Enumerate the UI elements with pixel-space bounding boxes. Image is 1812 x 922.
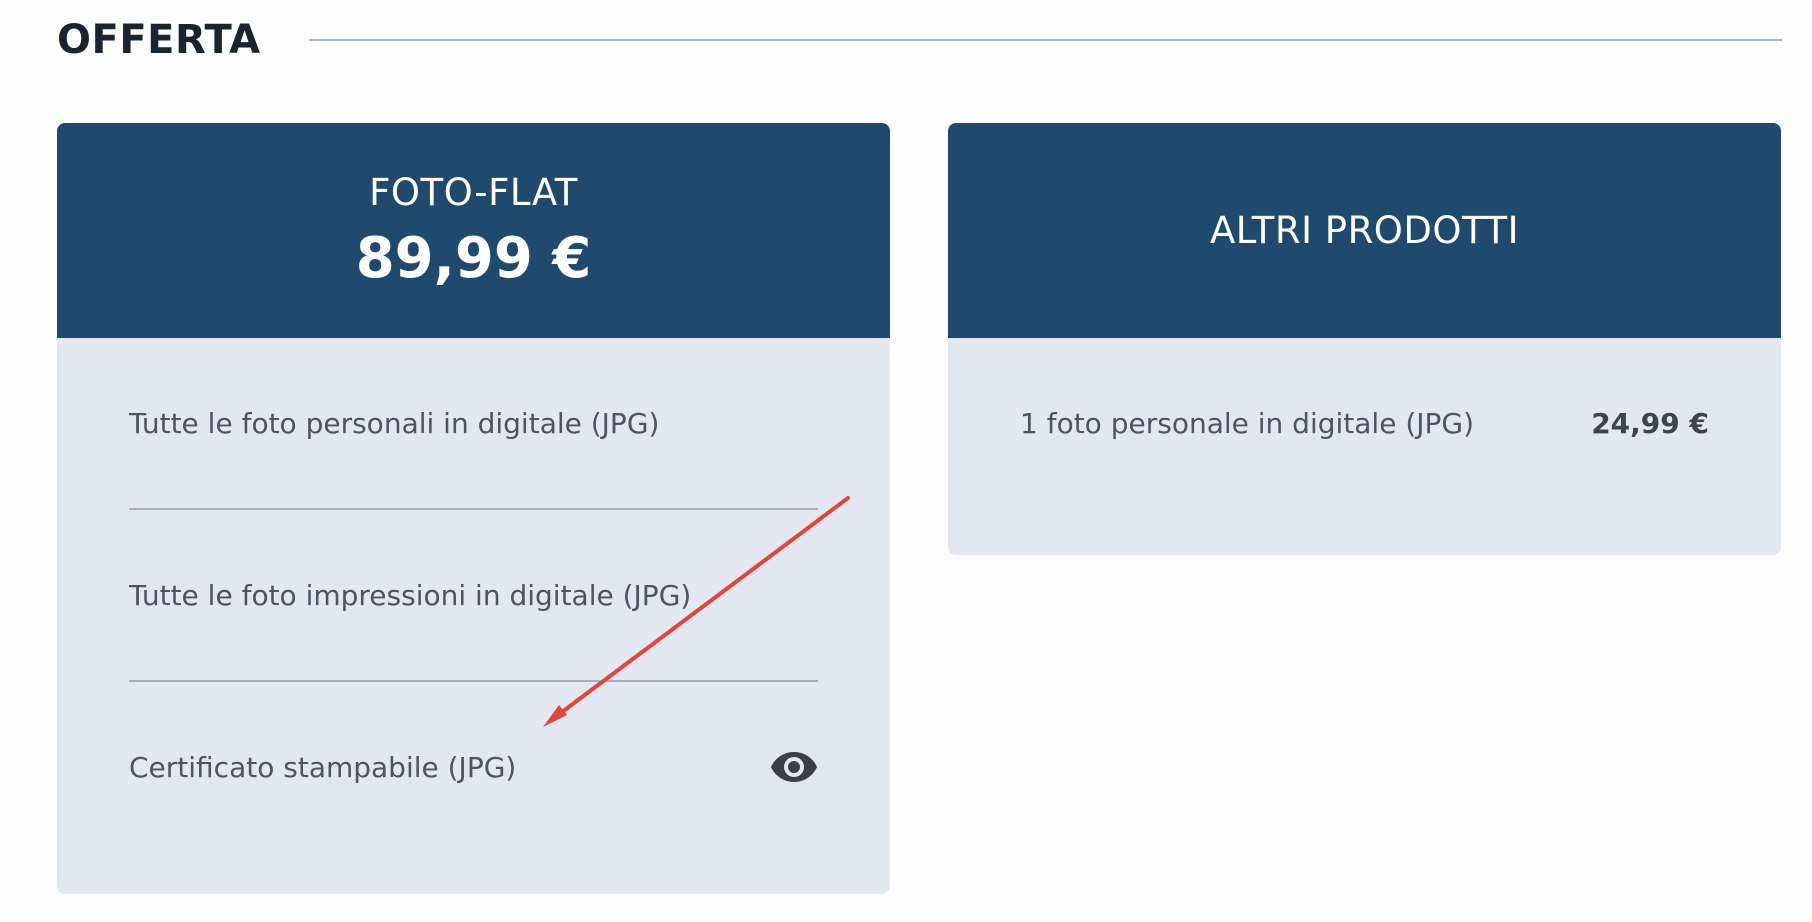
- offer-card-foto-flat[interactable]: FOTO-FLAT 89,99 € Tutte le foto personal…: [57, 123, 890, 894]
- card-body: Tutte le foto personali in digitale (JPG…: [57, 338, 890, 852]
- card-header: FOTO-FLAT 89,99 €: [57, 123, 890, 338]
- list-item: Tutte le foto impressioni in digitale (J…: [129, 510, 818, 682]
- card-title: FOTO-FLAT: [369, 170, 578, 214]
- card-header: ALTRI PRODOTTI: [948, 123, 1781, 338]
- offer-page: OFFERTA FOTO-FLAT 89,99 € Tutte le foto …: [0, 0, 1812, 922]
- section-title: OFFERTA: [57, 17, 261, 63]
- list-item: Certificato stampabile (JPG): [129, 682, 818, 852]
- item-label: Tutte le foto personali in digitale (JPG…: [129, 406, 660, 440]
- item-label: Tutte le foto impressioni in digitale (J…: [129, 578, 692, 612]
- item-label: Certificato stampabile (JPG): [129, 750, 517, 784]
- section-header: OFFERTA: [57, 10, 1782, 70]
- card-price: 89,99 €: [355, 225, 592, 291]
- list-item: Tutte le foto personali in digitale (JPG…: [129, 338, 818, 510]
- section-divider: [308, 39, 1782, 41]
- item-price: 24,99 €: [1591, 406, 1709, 440]
- list-item: 1 foto personale in digitale (JPG) 24,99…: [1020, 338, 1709, 508]
- item-label: 1 foto personale in digitale (JPG): [1020, 406, 1475, 440]
- card-body: 1 foto personale in digitale (JPG) 24,99…: [948, 338, 1781, 508]
- offer-card-altri-prodotti[interactable]: ALTRI PRODOTTI 1 foto personale in digit…: [948, 123, 1781, 555]
- eye-icon[interactable]: [770, 750, 818, 784]
- card-title: ALTRI PRODOTTI: [1209, 209, 1520, 252]
